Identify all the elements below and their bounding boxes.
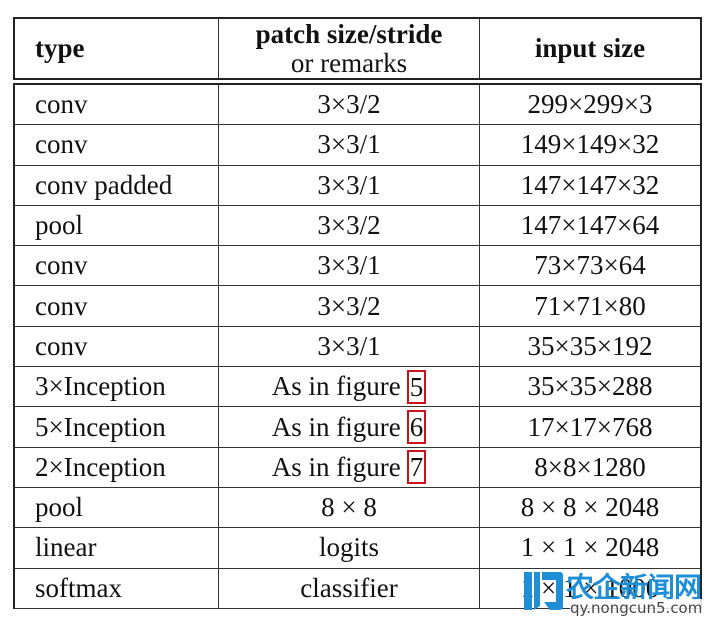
cell-patch-text: 8 × 8 [321,492,377,523]
table-row: conv 3×3/2 299×299×3 [13,85,702,126]
cell-patch-text: 3×3/2 [317,89,381,120]
cell-input-size: 73×73×64 [534,250,646,281]
table-row: conv 3×3/2 71×71×80 [13,286,702,327]
watermark-logo-icon [524,572,563,610]
cell-input-size: 147×147×32 [520,169,660,200]
table-row: pool 8 × 8 8 × 8 × 2048 [13,487,702,529]
table-row: 2×Inception As in figure 7 8×8×1280 [13,447,702,488]
cell-patch: 3×3/1 [219,326,480,367]
table-row: 3×Inception As in figure 5 35×35×288 [13,367,702,408]
figure-reference-link[interactable]: 6 [406,410,427,445]
header-patch: patch size/stride or remarks [219,19,480,78]
header-input: input size [534,33,646,63]
cell-input-size: 17×17×768 [527,411,653,442]
cell-patch: 3×3/1 [219,246,480,286]
header-patch-line1: patch size/stride [255,18,443,49]
cell-patch: As in figure 5 [219,367,480,407]
cell-patch: 8 × 8 [219,487,480,528]
cell-type: pool [15,487,219,528]
table-row: conv 3×3/1 149×149×32 [13,125,702,166]
architecture-table: type patch size/stride or remarks input … [13,17,702,609]
cell-patch-text: As in figure [271,451,401,482]
cell-patch: logits [219,528,480,568]
cell-patch-text: As in figure [271,371,401,402]
cell-type: conv padded [15,165,219,205]
cell-patch-text: 3×3/1 [317,169,381,200]
cell-input-size: 8 × 8 × 2048 [520,492,660,523]
cell-type: linear [15,528,219,568]
cell-patch: As in figure 6 [219,407,480,447]
cell-type: conv [15,326,219,367]
header-patch-line2: or remarks [290,47,408,78]
cell-input-size: 1 × 1 × 2048 [520,532,660,563]
cell-input-size: 8×8×1280 [534,451,646,482]
cell-patch: 3×3/2 [219,286,480,326]
cell-patch: classifier [219,568,480,608]
cell-patch-text: 3×3/1 [317,129,381,160]
cell-type: conv [15,125,219,165]
cell-input-size: 149×149×32 [520,129,660,160]
cell-patch-text: 3×3/1 [317,330,381,361]
cell-input-size: 35×35×192 [527,330,653,361]
cell-type: 5×Inception [15,407,219,447]
header-type: type [15,19,219,78]
cell-patch-text: classifier [300,572,398,603]
cell-type: conv [15,246,219,286]
table-header: type patch size/stride or remarks input … [13,17,702,80]
figure-reference-link[interactable]: 5 [406,369,427,404]
table-row: conv 3×3/1 35×35×192 [13,326,702,368]
table-row: 5×Inception As in figure 6 17×17×768 [13,407,702,448]
table-row: pool 3×3/2 147×147×64 [13,205,702,247]
table-row: conv 3×3/1 73×73×64 [13,246,702,287]
cell-type: conv [15,85,219,125]
watermark: 农企新闻网 qy.nongcun5.com [520,566,710,618]
cell-patch-text: logits [318,532,379,563]
cell-input-size: 147×147×64 [520,210,660,241]
cell-input-size: 35×35×288 [527,371,653,402]
cell-patch: 3×3/2 [219,205,480,246]
cell-patch-text: 3×3/2 [317,210,381,241]
cell-input-size: 299×299×3 [527,89,653,120]
cell-patch-text: 3×3/2 [317,290,381,321]
table-row: conv padded 3×3/1 147×147×32 [13,165,702,206]
figure-reference-link[interactable]: 7 [406,450,427,485]
cell-type: conv [15,286,219,326]
table-body: conv 3×3/2 299×299×3 conv 3×3/1 149×149×32 con… [13,85,702,609]
cell-patch: 3×3/1 [219,165,480,205]
watermark-url: qy.nongcun5.com [570,599,703,617]
cell-patch-text: As in figure [271,411,401,442]
cell-type: 3×Inception [15,367,219,407]
cell-patch: As in figure 7 [219,447,480,487]
cell-patch-text: 3×3/1 [317,250,381,281]
cell-patch: 3×3/1 [219,125,480,165]
cell-type: 2×Inception [15,447,219,487]
table-row: linear logits 1 × 1 × 2048 [13,528,702,569]
cell-type: pool [15,205,219,246]
cell-patch: 3×3/2 [219,85,480,125]
cell-type: softmax [15,568,219,608]
cell-input-size: 71×71×80 [534,290,646,321]
